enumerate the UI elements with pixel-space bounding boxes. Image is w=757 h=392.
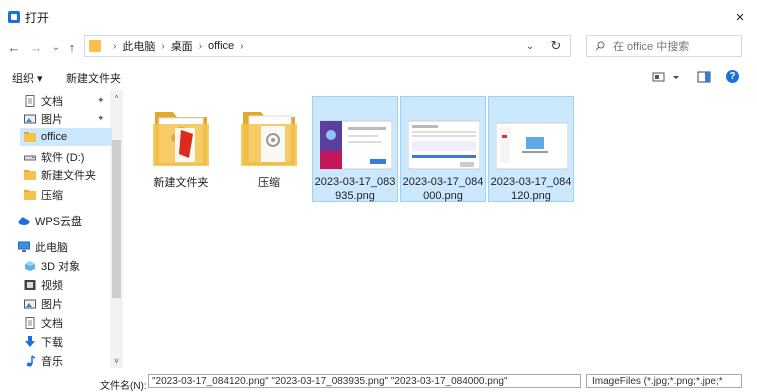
back-button[interactable]: ← (6, 38, 22, 56)
forward-button[interactable]: → (28, 38, 44, 56)
cloud-icon (18, 217, 30, 225)
music-icon (26, 355, 36, 367)
folder-item[interactable]: 新建文件夹 (138, 96, 224, 202)
breadcrumb-separator[interactable]: › (240, 41, 243, 52)
search-placeholder: 在 office 中搜索 (613, 41, 690, 53)
filename-input[interactable]: "2023-03-17_084120.png" "2023-03-17_0839… (148, 374, 581, 388)
folder-item[interactable]: 压缩 (226, 96, 312, 202)
scroll-up-button[interactable]: ^ (110, 92, 123, 104)
video-icon (24, 280, 36, 290)
sidebar-item[interactable]: office (20, 128, 112, 146)
image-thumbnail-icon (408, 120, 480, 170)
change-view-icon[interactable] (652, 70, 666, 84)
pictures-icon (24, 299, 36, 309)
close-button[interactable]: × (729, 7, 751, 27)
image-thumbnail-icon (496, 122, 568, 170)
sidebar-item-label: 3D 对象 (41, 261, 81, 273)
breadcrumb-separator[interactable]: › (161, 41, 164, 52)
breadcrumb-separator[interactable]: › (199, 41, 202, 52)
sidebar-item-label: 视频 (41, 280, 63, 292)
sidebar-item[interactable]: 音乐 (24, 352, 63, 370)
address-dropdown-button[interactable]: ⌄ (523, 37, 537, 55)
sidebar-item-label: 音乐 (41, 356, 63, 368)
download-icon (25, 336, 35, 347)
breadcrumb-desktop[interactable]: 桌面 (171, 38, 193, 54)
folder-icon (89, 40, 101, 52)
sidebar-item-label: office (41, 131, 68, 143)
pin-icon: ✦ (97, 95, 105, 105)
folder-icon (24, 132, 36, 142)
document-icon (25, 317, 35, 329)
folder-icon (24, 170, 36, 180)
3d-icon (25, 261, 35, 271)
sidebar-item-label: 文档 (41, 318, 63, 330)
breadcrumb-separator: › (113, 40, 117, 52)
breadcrumb-office[interactable]: office (208, 40, 234, 52)
sidebar-item[interactable]: 下载 (24, 333, 63, 351)
file-name-label: 新建文件夹 (153, 177, 209, 189)
sidebar-item-label: 图片 (41, 114, 63, 126)
preview-pane-icon[interactable] (697, 70, 711, 84)
file-name-label: 2023-03-17_083 935.png (314, 176, 396, 202)
sidebar-item-label: 文档 (41, 96, 63, 108)
computer-icon (18, 241, 30, 252)
image-thumbnail-icon (320, 120, 392, 170)
image-file-item[interactable]: 2023-03-17_084 120.png (488, 96, 574, 202)
sidebar-item[interactable]: 压缩 (24, 186, 63, 204)
app-icon (8, 11, 20, 23)
sidebar-item[interactable]: 此电脑 (18, 238, 68, 256)
filetype-select[interactable]: ImageFiles (*.jpg;*.png;*.jpe;* (586, 374, 742, 388)
window-title: 打开 (25, 10, 50, 25)
sidebar-item[interactable]: 软件 (D:) (24, 148, 84, 166)
breadcrumb-this-pc[interactable]: 此电脑 (122, 38, 155, 54)
sidebar-item-label: 软件 (D:) (41, 152, 85, 164)
sidebar-item[interactable]: 文档 (24, 92, 63, 110)
folder-icon (153, 112, 209, 166)
up-button[interactable]: ↑ (64, 38, 80, 56)
sidebar-item-label: 压缩 (41, 190, 63, 202)
sidebar-item[interactable]: 新建文件夹 (24, 166, 96, 184)
sidebar-item[interactable]: 视频 (24, 276, 63, 294)
image-file-item[interactable]: 2023-03-17_084 000.png (400, 96, 486, 202)
folder-icon (241, 112, 297, 166)
sidebar-item-label: WPS云盘 (35, 216, 83, 228)
scroll-down-button[interactable]: v (110, 354, 123, 366)
help-button[interactable]: ? (726, 70, 739, 83)
file-name-label: 2023-03-17_084 000.png (402, 176, 484, 202)
search-box[interactable]: 在 office 中搜索 (586, 35, 742, 57)
pictures-icon (24, 114, 36, 124)
sidebar-item[interactable]: 图片 (24, 295, 63, 313)
file-name-label: 压缩 (258, 177, 280, 189)
file-name-label: 2023-03-17_084 120.png (490, 176, 572, 202)
refresh-button[interactable]: ↻ (544, 36, 568, 56)
sidebar-item[interactable]: 文档 (24, 314, 63, 332)
view-dropdown-icon[interactable] (672, 70, 680, 84)
address-bar[interactable]: › 此电脑 › 桌面 › office › (84, 35, 571, 57)
new-folder-button[interactable]: 新建文件夹 (66, 70, 121, 86)
sidebar-item-label: 新建文件夹 (41, 170, 96, 182)
image-file-item[interactable]: 2023-03-17_083 935.png (312, 96, 398, 202)
folder-icon (24, 190, 36, 200)
sidebar-item[interactable]: 3D 对象 (24, 257, 80, 275)
search-icon (595, 41, 605, 51)
pin-icon: ✦ (97, 113, 105, 123)
sidebar-item-label: 下载 (41, 337, 63, 349)
sidebar-item-label: 图片 (41, 299, 63, 311)
drive-icon (24, 155, 36, 161)
sidebar-item[interactable]: WPS云盘 (18, 212, 82, 230)
sidebar-scroll-thumb[interactable] (112, 140, 121, 298)
sidebar-item[interactable]: 图片 (24, 110, 63, 128)
document-icon (25, 95, 35, 107)
recent-locations-button[interactable]: ⌄ (48, 38, 64, 56)
sidebar-item-label: 此电脑 (35, 242, 68, 254)
title-bar: 打开 (0, 0, 757, 34)
organize-button[interactable]: 组织 ▾ (12, 70, 43, 86)
